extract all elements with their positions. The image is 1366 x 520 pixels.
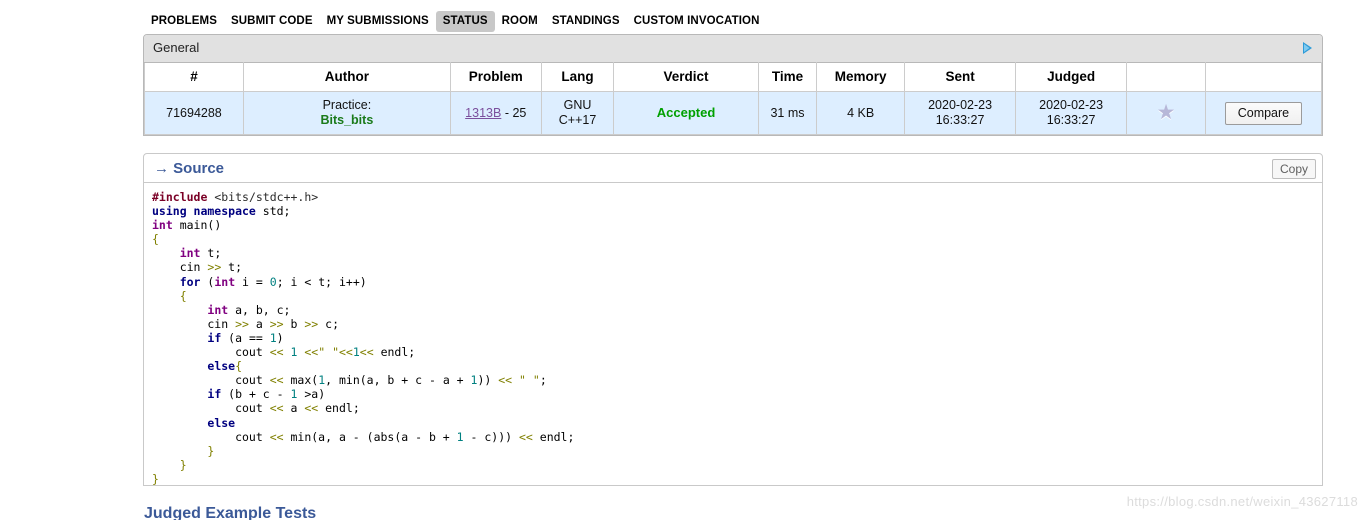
general-panel: General # Author Problem Lang Verdict Ti… — [143, 34, 1323, 136]
star-icon[interactable]: ★ — [1157, 102, 1176, 123]
source-code[interactable]: #include <bits/stdc++.h> using namespace… — [152, 190, 1314, 485]
nav-item-my-submissions[interactable]: MY SUBMISSIONS — [320, 11, 436, 32]
th-verdict[interactable]: Verdict — [613, 62, 759, 92]
submissions-table: # Author Problem Lang Verdict Time Memor… — [144, 62, 1323, 135]
th-memory[interactable]: Memory — [816, 62, 906, 92]
th-time[interactable]: Time — [757, 62, 818, 92]
verdict-text[interactable]: Accepted — [657, 105, 716, 120]
arrow-right-icon: → — [154, 160, 169, 177]
problem-points: - 25 — [504, 105, 527, 120]
cell-sent: 2020-02-23 16:33:27 — [904, 91, 1017, 135]
panel-caption-label: General — [153, 40, 200, 55]
nav-item-status[interactable]: STATUS — [435, 10, 495, 32]
cell-favorite: ★ — [1126, 91, 1206, 135]
cell-author: Practice: Bits_bits — [242, 91, 451, 135]
cell-memory: 4 KB — [816, 91, 906, 135]
source-section: → Source Copy #include <bits/stdc++.h> u… — [143, 153, 1323, 486]
source-title-label: Source — [173, 160, 225, 177]
table-row: 71694288 Practice: Bits_bits 1313B - 25 … — [144, 91, 1323, 135]
panel-caption: General — [144, 35, 1322, 62]
cell-time: 31 ms — [757, 91, 818, 135]
copy-button[interactable]: Copy — [1271, 159, 1316, 179]
th-problem[interactable]: Problem — [449, 62, 542, 92]
th-lang[interactable]: Lang — [540, 62, 615, 92]
watermark-text: https://blog.csdn.net/weixin_43627118 — [1126, 494, 1358, 509]
author-handle[interactable]: Bits_bits — [248, 113, 446, 128]
source-title[interactable]: → Source — [154, 160, 224, 177]
th-sent[interactable]: Sent — [904, 62, 1017, 92]
th-id[interactable]: # — [144, 62, 244, 92]
nav-item-room[interactable]: ROOM — [495, 11, 545, 32]
table-header-row: # Author Problem Lang Verdict Time Memor… — [144, 62, 1323, 92]
cell-compare: Compare — [1204, 91, 1323, 135]
source-body[interactable]: #include <bits/stdc++.h> using namespace… — [143, 183, 1323, 486]
problem-link[interactable]: 1313B — [465, 106, 501, 120]
nav-item-problems[interactable]: PROBLEMS — [144, 11, 224, 32]
cell-judged: 2020-02-23 16:33:27 — [1015, 91, 1128, 135]
page-root: PROBLEMS SUBMIT CODE MY SUBMISSIONS STAT… — [0, 0, 1366, 520]
cell-problem: 1313B - 25 — [449, 91, 542, 135]
compare-button[interactable]: Compare — [1224, 101, 1303, 125]
cell-language: GNU C++17 — [540, 91, 615, 135]
author-role: Practice: — [322, 98, 372, 112]
cell-verdict: Accepted — [613, 91, 759, 135]
th-author[interactable]: Author — [242, 62, 451, 92]
triangle-right-icon[interactable] — [1300, 40, 1314, 56]
th-compare — [1204, 62, 1323, 92]
nav-item-standings[interactable]: STANDINGS — [545, 11, 627, 32]
nav-item-custom-invocation[interactable]: CUSTOM INVOCATION — [627, 11, 767, 32]
nav-item-submit-code[interactable]: SUBMIT CODE — [224, 11, 320, 32]
cell-submission-id: 71694288 — [144, 91, 244, 135]
th-judged[interactable]: Judged — [1015, 62, 1128, 92]
judged-example-tests-heading[interactable]: Judged Example Tests — [144, 505, 316, 520]
th-favorite — [1126, 62, 1206, 92]
source-header: → Source Copy — [143, 153, 1323, 183]
contest-nav: PROBLEMS SUBMIT CODE MY SUBMISSIONS STAT… — [144, 10, 766, 32]
